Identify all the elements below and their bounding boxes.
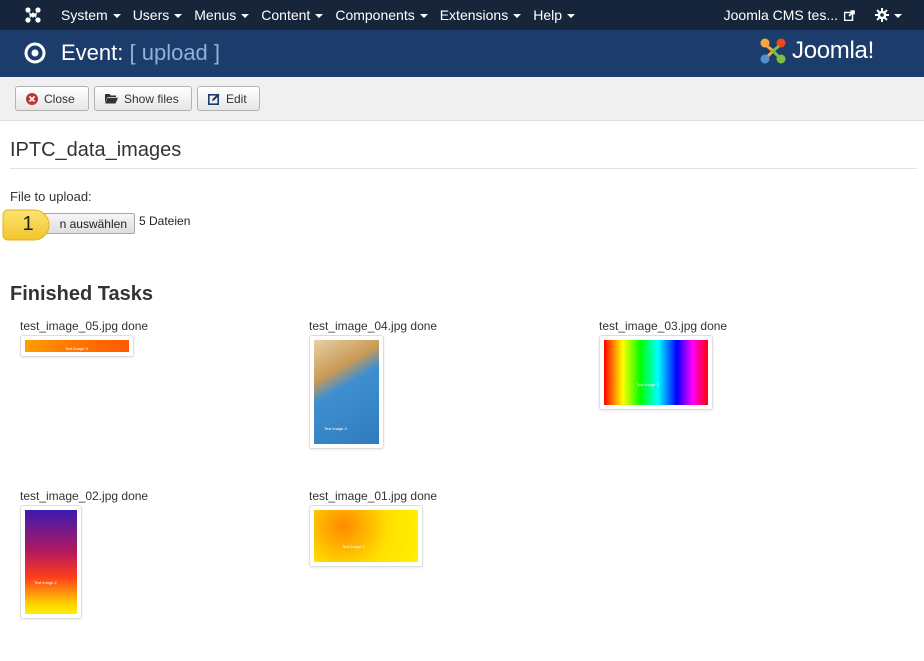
show-files-button[interactable]: Show files — [94, 86, 192, 111]
menu-users[interactable]: Users — [133, 7, 183, 23]
navbar-right: Joomla CMS tes... — [724, 0, 924, 30]
content-title: IPTC_data_images — [10, 139, 182, 161]
menu-components[interactable]: Components — [335, 7, 428, 23]
thumbnail-image: Test image 1 — [314, 510, 418, 562]
menu-system[interactable]: System — [61, 7, 121, 23]
task-label: test_image_05.jpg done — [20, 319, 149, 333]
edit-button[interactable]: Edit — [197, 86, 260, 111]
file-upload-label: File to upload: — [10, 189, 92, 204]
image-thumbnail[interactable]: Test image 2 — [20, 505, 82, 619]
image-thumbnail[interactable]: Test image 5 — [20, 335, 134, 357]
chevron-down-icon — [567, 13, 575, 18]
site-link[interactable]: Joomla CMS tes... — [724, 7, 855, 23]
task-label: test_image_01.jpg done — [309, 489, 438, 503]
thumbnail-image: Test image 5 — [25, 340, 129, 352]
divider — [10, 168, 917, 169]
task-label: test_image_04.jpg done — [309, 319, 438, 333]
chevron-down-icon — [513, 13, 522, 18]
menu-menus[interactable]: Menus — [194, 7, 250, 23]
menu-help[interactable]: Help — [533, 7, 575, 23]
close-button[interactable]: Close — [15, 86, 89, 111]
chevron-down-icon — [315, 13, 324, 18]
task-label: test_image_03.jpg done — [599, 319, 728, 333]
image-thumbnail[interactable]: Test image 3 — [599, 335, 713, 410]
image-thumbnail[interactable]: Test image 1 — [309, 505, 423, 567]
joomla-brand: Joomla! — [758, 36, 874, 66]
image-thumbnail[interactable]: Test image 4 — [309, 335, 384, 449]
chevron-down-icon — [174, 13, 183, 18]
callout-number: 1 — [22, 213, 34, 235]
joomla-logo-icon[interactable] — [24, 6, 42, 24]
settings-menu[interactable] — [875, 8, 902, 22]
toolbar: Close Show files Edit — [0, 77, 924, 121]
finished-tasks-title: Finished Tasks — [10, 283, 154, 305]
main-menu: System Users Menus Content Components Ex… — [61, 0, 587, 30]
gear-icon — [875, 8, 889, 22]
chevron-down-icon — [112, 13, 121, 18]
file-count: 5 Dateien — [139, 214, 191, 228]
chevron-down-icon — [894, 13, 902, 18]
task-label: test_image_02.jpg done — [20, 489, 149, 503]
chevron-down-icon — [241, 13, 250, 18]
edit-icon — [208, 93, 220, 105]
top-navbar: System Users Menus Content Components Ex… — [0, 0, 924, 30]
event-icon — [24, 42, 46, 64]
thumbnail-image: Test image 4 — [314, 340, 379, 444]
page-title-header: Event: [ upload ] — [61, 40, 221, 65]
menu-content[interactable]: Content — [261, 7, 324, 23]
joomla-brand-icon — [760, 38, 786, 64]
chevron-down-icon — [419, 13, 428, 18]
page-header: Event: [ upload ] Joomla! — [0, 30, 924, 77]
thumbnail-image: Test image 2 — [25, 510, 77, 614]
close-icon — [26, 92, 38, 105]
folder-open-icon — [105, 94, 118, 104]
menu-extensions[interactable]: Extensions — [440, 7, 522, 23]
external-link-icon — [844, 9, 855, 21]
thumbnail-image: Test image 3 — [604, 340, 708, 405]
